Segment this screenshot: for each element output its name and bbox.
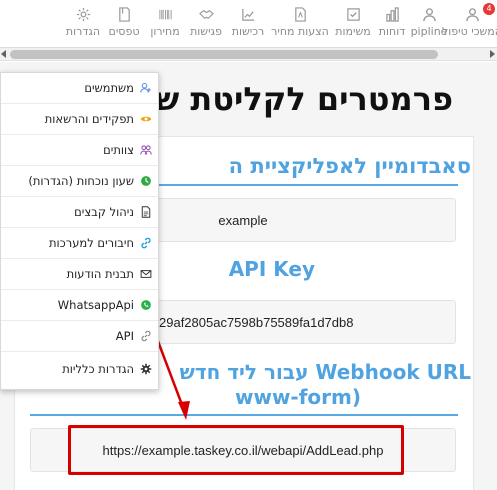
nav-label: הגדרות — [65, 25, 101, 38]
nav-item-meetings[interactable]: פגישות — [185, 0, 227, 47]
menu-item-label: WhatsappApi — [57, 298, 134, 312]
menu-item-message-templates[interactable]: תבנית הודעות — [1, 259, 158, 290]
file-icon — [141, 206, 151, 218]
scrollbar-thumb[interactable] — [10, 50, 438, 59]
gear-icon — [140, 363, 152, 374]
bar-chart-icon — [385, 7, 399, 22]
app-window: המשכי טיפול pipline דוחות משימות הצעות מ… — [0, 0, 497, 490]
menu-item-label: ניהול קבצים — [74, 205, 134, 219]
notification-badge: 4 — [483, 3, 495, 15]
nav-item-reports[interactable]: דוחות — [375, 0, 409, 47]
webhook-section-title: Webhook URL עבור ליד חדש — [179, 360, 471, 384]
nav-item-forms[interactable]: טפסים — [103, 0, 145, 47]
top-navigation: המשכי טיפול pipline דוחות משימות הצעות מ… — [0, 0, 497, 48]
api-key-section-title: API Key — [228, 257, 315, 281]
nav-label: פגישות — [190, 25, 222, 38]
subdomain-section-title: סאבדומיין לאפליקציית ה — [228, 154, 471, 178]
menu-item-roles[interactable]: תפקידים והרשאות — [1, 104, 158, 135]
checkbox-icon — [346, 8, 360, 21]
menu-item-api[interactable]: API — [1, 321, 158, 352]
envelope-icon — [140, 270, 152, 278]
users-icon — [140, 82, 151, 93]
webhook-url-field[interactable]: https://example.taskey.co.il/webapi/AddL… — [30, 428, 456, 472]
link-icon — [141, 330, 151, 342]
nav-item-settings[interactable]: הגדרות — [63, 0, 103, 47]
menu-item-integrations[interactable]: חיבורים למערכות — [1, 228, 158, 259]
link-icon — [141, 237, 151, 249]
scroll-right-arrow-icon[interactable] — [490, 50, 495, 58]
menu-item-label: חיבורים למערכות — [48, 236, 134, 250]
form-icon — [118, 7, 130, 22]
menu-item-label: משתמשים — [84, 81, 134, 95]
document-icon — [294, 7, 306, 22]
nav-label: רכישות — [231, 25, 265, 38]
nav-item-purchases[interactable]: רכישות — [227, 0, 269, 47]
person-icon — [422, 8, 436, 22]
horizontal-scrollbar[interactable] — [0, 48, 497, 61]
person-icon — [465, 8, 479, 22]
menu-item-users[interactable]: משתמשים — [1, 73, 158, 104]
nav-label: טפסים — [108, 25, 140, 38]
nav-label: דוחות — [378, 25, 406, 38]
right-gutter — [475, 62, 497, 490]
menu-item-label: API — [115, 329, 134, 343]
nav-label: משימות — [335, 25, 371, 38]
nav-item-quotes[interactable]: הצעות מחיר — [269, 0, 331, 47]
team-icon — [140, 145, 152, 155]
section-divider — [30, 414, 458, 416]
menu-item-label: הגדרות כלליות — [62, 361, 134, 376]
nav-label: מחירון — [150, 25, 180, 38]
nav-label: המשכי טיפול — [442, 25, 497, 38]
scroll-left-arrow-icon[interactable] — [1, 50, 6, 58]
nav-item-pipeline[interactable]: pipline — [409, 0, 449, 47]
nav-label: הצעות מחיר — [271, 25, 329, 38]
nav-item-pricelist[interactable]: מחירון — [145, 0, 185, 47]
menu-item-attendance-clock[interactable]: שעון נוכחות (הגדרות) — [1, 166, 158, 197]
menu-item-general-settings[interactable]: הגדרות כלליות — [1, 352, 158, 385]
menu-item-label: שעון נוכחות (הגדרות) — [28, 174, 134, 188]
webhook-section-subtitle: (www-form — [234, 385, 361, 409]
settings-dropdown-menu: משתמשים תפקידים והרשאות צוותים שעון נוכח… — [0, 72, 159, 390]
menu-item-label: תבנית הודעות — [66, 267, 134, 281]
gear-icon — [76, 7, 90, 22]
menu-item-teams[interactable]: צוותים — [1, 135, 158, 166]
menu-item-label: תפקידים והרשאות — [44, 112, 134, 126]
barcode-icon — [158, 9, 172, 20]
nav-item-tasks[interactable]: משימות — [331, 0, 375, 47]
menu-item-label: צוותים — [103, 143, 134, 157]
growth-chart-icon — [241, 8, 254, 21]
menu-item-whatsapp-api[interactable]: WhatsappApi — [1, 290, 158, 321]
handshake-icon — [198, 10, 214, 19]
clock-icon — [141, 176, 151, 186]
eye-icon — [140, 116, 152, 122]
whatsapp-icon — [141, 300, 151, 310]
nav-label: pipline — [410, 25, 448, 38]
page-title: פרמטרים לקליטת ש — [154, 80, 453, 118]
menu-item-file-management[interactable]: ניהול קבצים — [1, 197, 158, 228]
